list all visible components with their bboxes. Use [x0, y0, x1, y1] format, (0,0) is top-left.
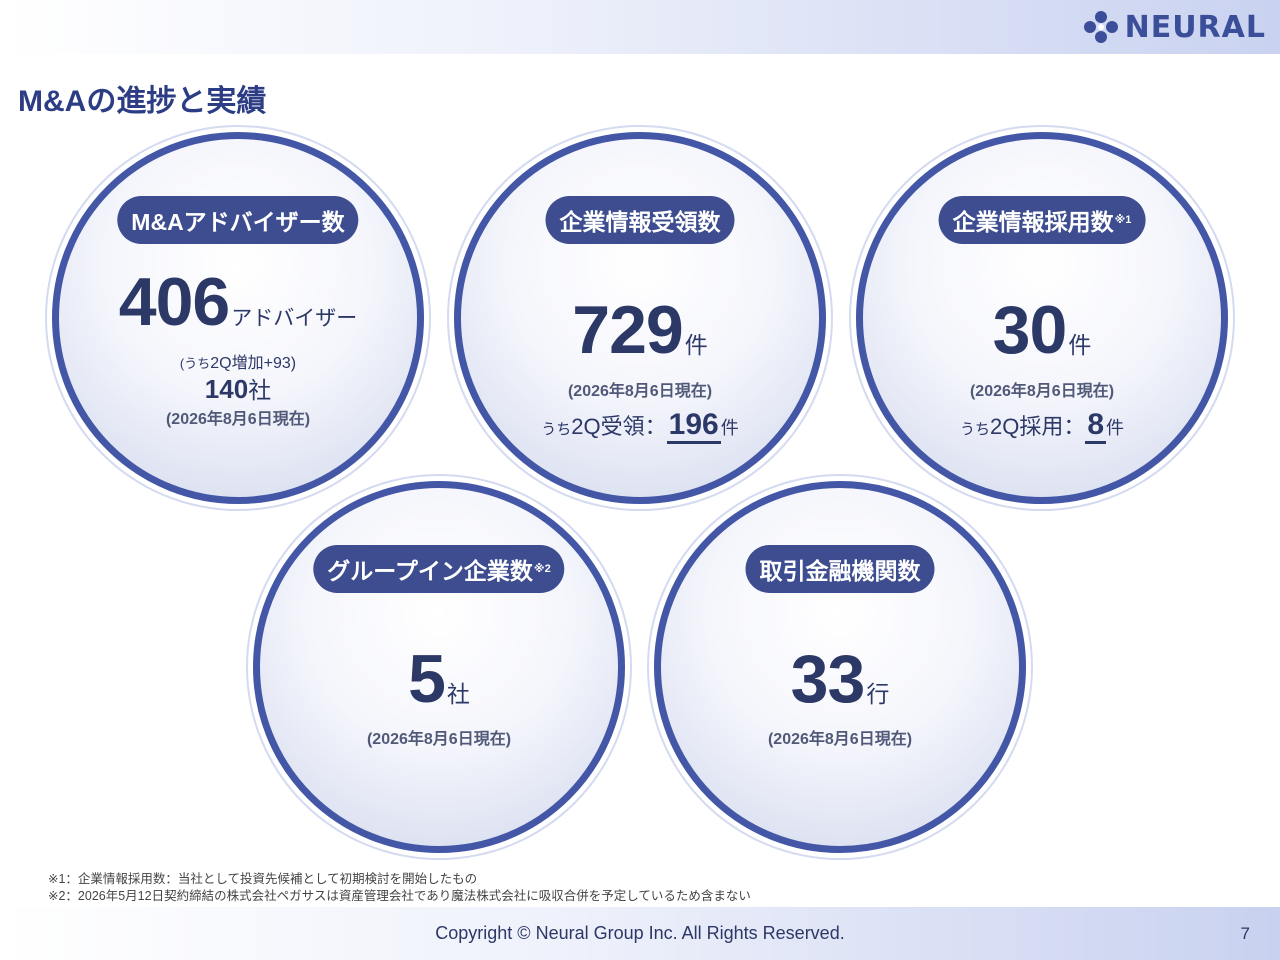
info-adopted-q2-unit: 件 [1106, 418, 1125, 438]
advisors-value: 406 [118, 264, 230, 340]
group-in-label-mark: ※2 [533, 562, 551, 575]
info-adopted-q2-label: 2Q採用： [989, 414, 1086, 439]
group-in-label-pill: グループイン企業数 ※2 [313, 545, 565, 593]
banks-label-pill: 取引金融機関数 [745, 545, 935, 593]
info-received-label-pill: 企業情報受領数 [545, 196, 735, 244]
info-adopted-as-of: (2026年8月6日現在) [969, 383, 1115, 400]
molecule-dots-icon [1083, 11, 1118, 43]
advisors-label: M&Aアドバイザー数 [131, 209, 345, 235]
info-received-q2-value: 196 [666, 408, 721, 444]
advisors-q2-text: 2Q増加+93) [210, 355, 297, 372]
logo-text: NEURAL [1124, 9, 1266, 45]
footnote-1: ※1：企業情報採用数：当社として投資先候補として初期検討を開始したもの [48, 872, 478, 886]
group-in-label: グループイン企業数 [327, 558, 533, 584]
advisors-as-of: (2026年8月6日現在) [165, 411, 311, 428]
advisors-q2-note: (うち2Q増加+93) [59, 349, 417, 373]
info-adopted-label-mark: ※1 [1114, 213, 1132, 226]
banks-as-of: (2026年8月6日現在) [767, 731, 913, 748]
info-received-q2-unit: 件 [720, 418, 739, 438]
advisors-circle: M&Aアドバイザー数 406アドバイザー (うち2Q増加+93) 140社 (2… [52, 132, 424, 504]
advisors-companies-value: 140 [204, 374, 249, 404]
info-received-q2-label: 2Q受領： [571, 414, 667, 439]
advisors-unit: アドバイザー [231, 307, 358, 330]
info-adopted-unit: 件 [1068, 332, 1092, 358]
info-adopted-value-row: 30件 [863, 291, 1221, 369]
info-adopted-label-pill: 企業情報採用数 ※1 [938, 196, 1146, 244]
info-adopted-q2: うち2Q採用：8 件 [863, 408, 1221, 444]
group-in-as-of: (2026年8月6日現在) [366, 731, 512, 748]
info-received-as-of: (2026年8月6日現在) [567, 383, 713, 400]
banks-circle: 取引金融機関数 33行 (2026年8月6日現在) [654, 481, 1026, 853]
info-adopted-q2-prefix: うち [959, 421, 990, 438]
advisors-value-row: 406アドバイザー [59, 263, 417, 341]
advisors-companies: 140社 [59, 371, 417, 405]
neural-logo: NEURAL [1083, 9, 1266, 45]
group-in-unit: 社 [446, 681, 470, 707]
info-received-q2: うち2Q受領：196 件 [461, 408, 819, 444]
info-received-value-row: 729件 [461, 291, 819, 369]
group-in-value-row: 5社 [260, 640, 618, 718]
footnotes: ※1：企業情報採用数：当社として投資先候補として初期検討を開始したもの ※2：2… [48, 871, 751, 905]
info-received-q2-prefix: うち [541, 421, 572, 438]
info-adopted-value: 30 [992, 292, 1068, 368]
banks-value-row: 33行 [661, 640, 1019, 718]
footnote-2: ※2：2026年5月12日契約締結の株式会社ペガサスは資産管理会社であり魔法株式… [48, 889, 751, 903]
info-adopted-circle: 企業情報採用数 ※1 30件 (2026年8月6日現在) うち2Q採用：8 件 [856, 132, 1228, 504]
page-title: M&Aの進捗と実績 [18, 85, 267, 118]
page-number: 7 [1240, 924, 1250, 943]
banks-label: 取引金融機関数 [759, 558, 921, 584]
info-received-label: 企業情報受領数 [559, 209, 721, 235]
advisors-q2-prefix: (うち [179, 356, 211, 371]
info-received-value: 729 [572, 292, 683, 368]
info-adopted-q2-value: 8 [1085, 408, 1107, 444]
group-in-value: 5 [408, 641, 446, 717]
copyright: Copyright © Neural Group Inc. All Rights… [435, 923, 845, 943]
group-in-circle: グループイン企業数 ※2 5社 (2026年8月6日現在) [253, 481, 625, 853]
info-received-circle: 企業情報受領数 729件 (2026年8月6日現在) うち2Q受領：196 件 [454, 132, 826, 504]
info-received-unit: 件 [684, 332, 708, 358]
advisors-companies-unit: 社 [248, 377, 272, 403]
banks-unit: 行 [866, 681, 890, 707]
info-adopted-label: 企業情報採用数 [952, 209, 1114, 235]
banks-value: 33 [790, 641, 866, 717]
advisors-label-pill: M&Aアドバイザー数 [117, 196, 359, 244]
